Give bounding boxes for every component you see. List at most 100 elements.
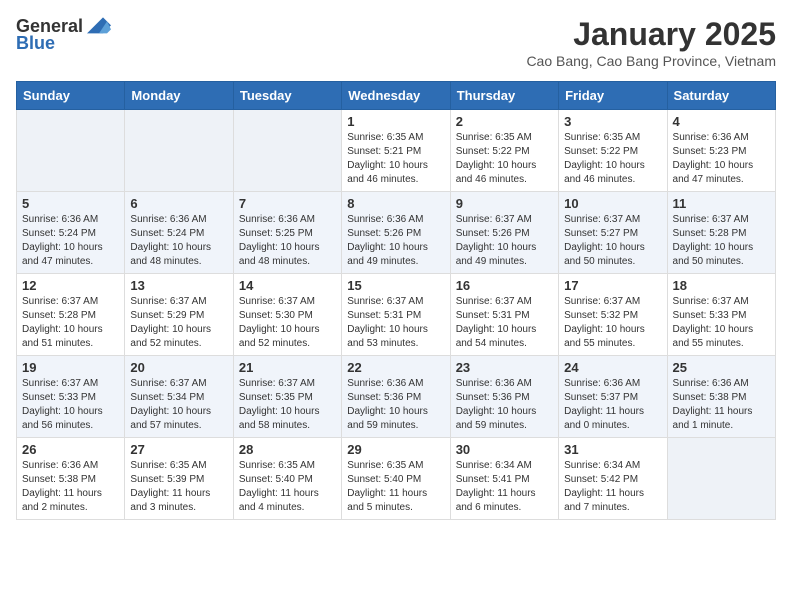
day-info: Sunrise: 6:36 AM Sunset: 5:36 PM Dayligh… — [456, 377, 553, 433]
calendar-cell: 7 Sunrise: 6:36 AM Sunset: 5:25 PM Daylig… — [233, 192, 341, 274]
calendar-table: SundayMondayTuesdayWednesdayThursdayFrid… — [16, 81, 776, 520]
day-info: Sunrise: 6:36 AM Sunset: 5:38 PM Dayligh… — [22, 459, 119, 515]
day-number: 13 — [130, 278, 227, 293]
day-number: 5 — [22, 196, 119, 211]
calendar-cell — [233, 110, 341, 192]
day-number: 24 — [564, 360, 661, 375]
logo: General Blue — [16, 16, 111, 54]
day-of-week-header: Sunday — [17, 82, 125, 110]
calendar-cell: 15 Sunrise: 6:37 AM Sunset: 5:31 PM Dayli… — [342, 274, 450, 356]
day-number: 11 — [673, 196, 770, 211]
calendar-cell: 8 Sunrise: 6:36 AM Sunset: 5:26 PM Daylig… — [342, 192, 450, 274]
calendar-cell: 6 Sunrise: 6:36 AM Sunset: 5:24 PM Daylig… — [125, 192, 233, 274]
day-info: Sunrise: 6:36 AM Sunset: 5:25 PM Dayligh… — [239, 213, 336, 269]
title-section: January 2025 Cao Bang, Cao Bang Province… — [526, 16, 776, 69]
day-info: Sunrise: 6:37 AM Sunset: 5:27 PM Dayligh… — [564, 213, 661, 269]
calendar-week-row: 5 Sunrise: 6:36 AM Sunset: 5:24 PM Daylig… — [17, 192, 776, 274]
calendar-cell: 24 Sunrise: 6:36 AM Sunset: 5:37 PM Dayli… — [559, 356, 667, 438]
calendar-cell: 9 Sunrise: 6:37 AM Sunset: 5:26 PM Daylig… — [450, 192, 558, 274]
day-number: 6 — [130, 196, 227, 211]
calendar-cell — [17, 110, 125, 192]
day-info: Sunrise: 6:36 AM Sunset: 5:36 PM Dayligh… — [347, 377, 444, 433]
calendar-week-row: 26Sunrise: 6:36 AM Sunset: 5:38 PM Dayli… — [17, 438, 776, 520]
calendar-cell: 21 Sunrise: 6:37 AM Sunset: 5:35 PM Dayli… — [233, 356, 341, 438]
day-info: Sunrise: 6:35 AM Sunset: 5:40 PM Dayligh… — [239, 459, 336, 515]
logo-blue-text: Blue — [16, 33, 55, 54]
day-of-week-header: Wednesday — [342, 82, 450, 110]
calendar-week-row: 19 Sunrise: 6:37 AM Sunset: 5:33 PM Dayli… — [17, 356, 776, 438]
calendar-week-row: 12Sunrise: 6:37 AM Sunset: 5:28 PM Dayli… — [17, 274, 776, 356]
day-info: Sunrise: 6:37 AM Sunset: 5:32 PM Dayligh… — [564, 295, 661, 351]
day-number: 30 — [456, 442, 553, 457]
day-info: Sunrise: 6:37 AM Sunset: 5:31 PM Dayligh… — [347, 295, 444, 351]
day-of-week-header: Tuesday — [233, 82, 341, 110]
calendar-cell: 22 Sunrise: 6:36 AM Sunset: 5:36 PM Dayli… — [342, 356, 450, 438]
day-number: 14 — [239, 278, 336, 293]
calendar-cell: 13Sunrise: 6:37 AM Sunset: 5:29 PM Dayli… — [125, 274, 233, 356]
day-number: 1 — [347, 114, 444, 129]
calendar-cell — [667, 438, 775, 520]
day-number: 20 — [130, 360, 227, 375]
day-of-week-header: Saturday — [667, 82, 775, 110]
calendar-cell: 14 Sunrise: 6:37 AM Sunset: 5:30 PM Dayli… — [233, 274, 341, 356]
day-number: 4 — [673, 114, 770, 129]
calendar-cell: 30 Sunrise: 6:34 AM Sunset: 5:41 PM Dayli… — [450, 438, 558, 520]
day-number: 17 — [564, 278, 661, 293]
day-info: Sunrise: 6:37 AM Sunset: 5:30 PM Dayligh… — [239, 295, 336, 351]
day-info: Sunrise: 6:37 AM Sunset: 5:28 PM Dayligh… — [673, 213, 770, 269]
day-number: 29 — [347, 442, 444, 457]
day-number: 19 — [22, 360, 119, 375]
day-info: Sunrise: 6:36 AM Sunset: 5:24 PM Dayligh… — [130, 213, 227, 269]
day-info: Sunrise: 6:37 AM Sunset: 5:26 PM Dayligh… — [456, 213, 553, 269]
day-number: 27 — [130, 442, 227, 457]
day-number: 21 — [239, 360, 336, 375]
day-number: 15 — [347, 278, 444, 293]
day-number: 12 — [22, 278, 119, 293]
day-number: 9 — [456, 196, 553, 211]
day-info: Sunrise: 6:34 AM Sunset: 5:41 PM Dayligh… — [456, 459, 553, 515]
calendar-cell: 10 Sunrise: 6:37 AM Sunset: 5:27 PM Dayli… — [559, 192, 667, 274]
day-number: 8 — [347, 196, 444, 211]
day-info: Sunrise: 6:35 AM Sunset: 5:40 PM Dayligh… — [347, 459, 444, 515]
page-header: General Blue January 2025 Cao Bang, Cao … — [16, 16, 776, 69]
day-info: Sunrise: 6:34 AM Sunset: 5:42 PM Dayligh… — [564, 459, 661, 515]
calendar-cell: 2Sunrise: 6:35 AM Sunset: 5:22 PM Daylig… — [450, 110, 558, 192]
location-title: Cao Bang, Cao Bang Province, Vietnam — [526, 53, 776, 69]
calendar-cell: 18 Sunrise: 6:37 AM Sunset: 5:33 PM Dayli… — [667, 274, 775, 356]
calendar-cell: 12Sunrise: 6:37 AM Sunset: 5:28 PM Dayli… — [17, 274, 125, 356]
day-info: Sunrise: 6:37 AM Sunset: 5:35 PM Dayligh… — [239, 377, 336, 433]
day-info: Sunrise: 6:37 AM Sunset: 5:33 PM Dayligh… — [22, 377, 119, 433]
day-of-week-header: Monday — [125, 82, 233, 110]
day-number: 31 — [564, 442, 661, 457]
calendar-cell: 25Sunrise: 6:36 AM Sunset: 5:38 PM Dayli… — [667, 356, 775, 438]
day-info: Sunrise: 6:37 AM Sunset: 5:33 PM Dayligh… — [673, 295, 770, 351]
day-number: 22 — [347, 360, 444, 375]
day-info: Sunrise: 6:36 AM Sunset: 5:26 PM Dayligh… — [347, 213, 444, 269]
calendar-cell: 11 Sunrise: 6:37 AM Sunset: 5:28 PM Dayli… — [667, 192, 775, 274]
day-info: Sunrise: 6:36 AM Sunset: 5:38 PM Dayligh… — [673, 377, 770, 433]
day-number: 18 — [673, 278, 770, 293]
day-number: 23 — [456, 360, 553, 375]
calendar-cell: 26Sunrise: 6:36 AM Sunset: 5:38 PM Dayli… — [17, 438, 125, 520]
calendar-cell: 4 Sunrise: 6:36 AM Sunset: 5:23 PM Daylig… — [667, 110, 775, 192]
calendar-cell: 3Sunrise: 6:35 AM Sunset: 5:22 PM Daylig… — [559, 110, 667, 192]
day-of-week-header: Friday — [559, 82, 667, 110]
month-title: January 2025 — [526, 16, 776, 53]
calendar-cell: 1Sunrise: 6:35 AM Sunset: 5:21 PM Daylig… — [342, 110, 450, 192]
day-info: Sunrise: 6:36 AM Sunset: 5:23 PM Dayligh… — [673, 131, 770, 187]
calendar-cell: 29 Sunrise: 6:35 AM Sunset: 5:40 PM Dayli… — [342, 438, 450, 520]
day-info: Sunrise: 6:35 AM Sunset: 5:39 PM Dayligh… — [130, 459, 227, 515]
calendar-cell — [125, 110, 233, 192]
calendar-week-row: 1Sunrise: 6:35 AM Sunset: 5:21 PM Daylig… — [17, 110, 776, 192]
day-number: 7 — [239, 196, 336, 211]
calendar-cell: 16Sunrise: 6:37 AM Sunset: 5:31 PM Dayli… — [450, 274, 558, 356]
calendar-cell: 28Sunrise: 6:35 AM Sunset: 5:40 PM Dayli… — [233, 438, 341, 520]
day-number: 10 — [564, 196, 661, 211]
day-info: Sunrise: 6:37 AM Sunset: 5:31 PM Dayligh… — [456, 295, 553, 351]
calendar-header-row: SundayMondayTuesdayWednesdayThursdayFrid… — [17, 82, 776, 110]
day-info: Sunrise: 6:36 AM Sunset: 5:37 PM Dayligh… — [564, 377, 661, 433]
day-number: 3 — [564, 114, 661, 129]
day-of-week-header: Thursday — [450, 82, 558, 110]
calendar-cell: 20Sunrise: 6:37 AM Sunset: 5:34 PM Dayli… — [125, 356, 233, 438]
day-info: Sunrise: 6:35 AM Sunset: 5:22 PM Dayligh… — [456, 131, 553, 187]
